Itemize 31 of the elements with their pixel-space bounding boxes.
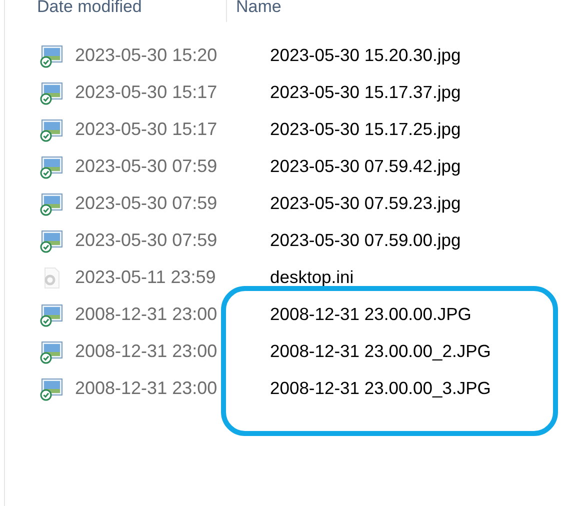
image-file-icon <box>39 302 63 326</box>
file-name-cell[interactable]: 2008-12-31 23.00.00_2.JPG <box>270 341 491 362</box>
date-modified-cell-text: 2023-05-11 23:59 <box>75 267 217 288</box>
image-file-icon <box>39 340 63 364</box>
file-name-cell[interactable]: 2008-12-31 23.00.00.JPG <box>270 304 472 325</box>
date-modified-cell-text: 2023-05-30 07:59 <box>75 230 218 251</box>
image-file-icon <box>39 44 63 68</box>
date-modified-cell-text: 2023-05-30 15:20 <box>75 45 218 66</box>
date-modified-cell-text: 2023-05-30 15:17 <box>75 119 218 140</box>
file-name-cell[interactable]: 2023-05-30 07.59.42.jpg <box>270 156 461 177</box>
date-modified-cell-text: 2008-12-31 23:00 <box>75 304 218 325</box>
column-header[interactable]: Date modified <box>5 0 227 22</box>
file-name-cell[interactable]: 2023-05-30 07.59.23.jpg <box>270 193 461 214</box>
column-header[interactable]: Name <box>227 0 282 14</box>
file-name-cell[interactable]: 2008-12-31 23.00.00_3.JPG <box>270 378 491 399</box>
date-modified-cell-text: 2023-05-30 07:59 <box>75 193 218 214</box>
file-name-cell[interactable]: desktop.ini <box>270 267 354 288</box>
file-name-cell[interactable]: 2023-05-30 15.17.37.jpg <box>270 82 461 103</box>
date-modified-cell-text: 2023-05-30 07:59 <box>75 156 218 177</box>
file-name-cell[interactable]: 2023-05-30 15.17.25.jpg <box>270 119 461 140</box>
date-modified-cell-text: 2008-12-31 23:00 <box>75 341 218 362</box>
file-name-cell[interactable]: 2023-05-30 07.59.00.jpg <box>270 230 461 251</box>
image-file-icon <box>39 376 63 400</box>
image-file-icon <box>39 192 63 216</box>
date-modified-cell-text: 2023-05-30 15:17 <box>75 82 218 103</box>
date-modified-cell-text: 2008-12-31 23:00 <box>75 378 218 399</box>
image-file-icon <box>39 80 63 104</box>
image-file-icon <box>39 154 63 178</box>
file-name-cell[interactable]: 2023-05-30 15.20.30.jpg <box>270 45 461 66</box>
image-file-icon <box>39 118 63 142</box>
image-file-icon <box>39 228 63 252</box>
